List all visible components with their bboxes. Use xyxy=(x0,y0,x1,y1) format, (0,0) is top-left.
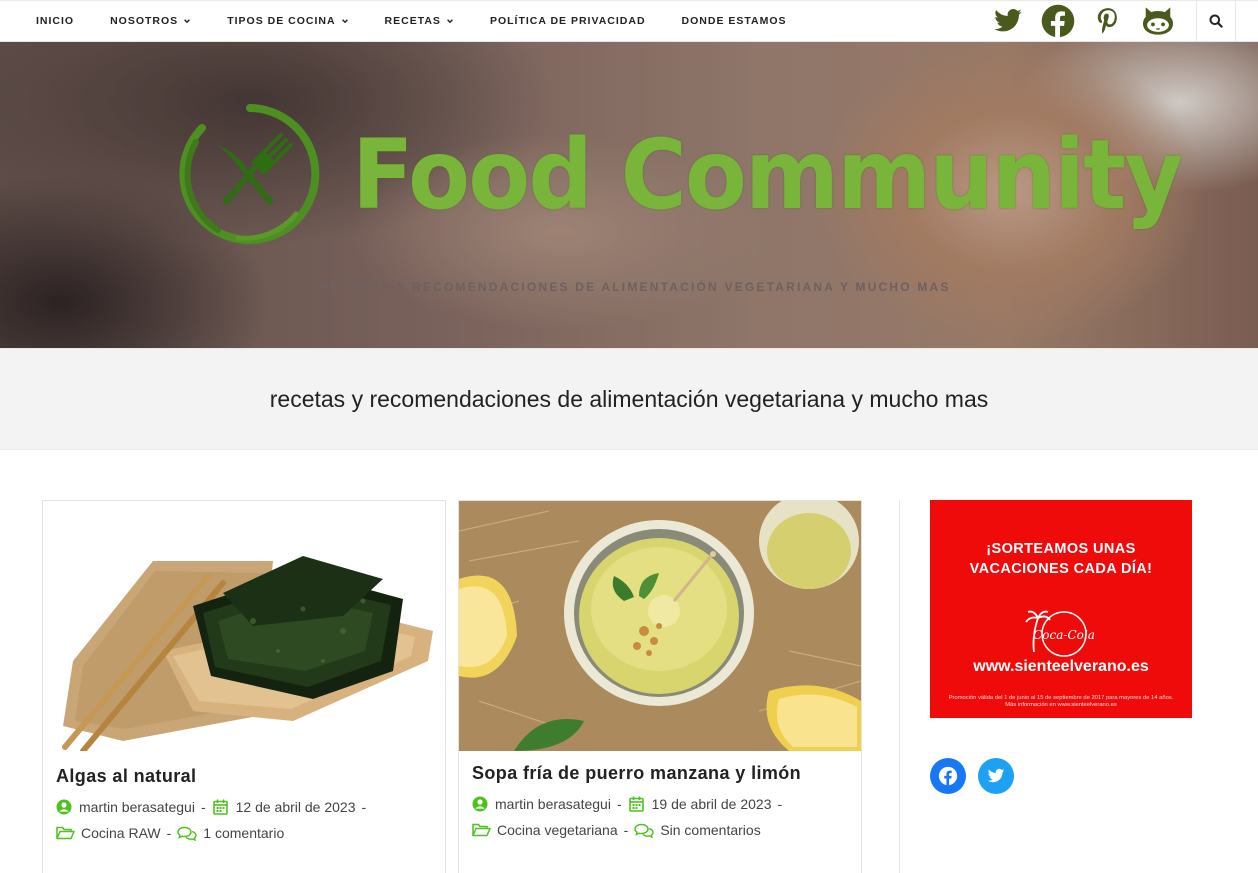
page-subtitle: recetas y recomendaciones de alimentació… xyxy=(269,385,989,412)
twitter-link[interactable] xyxy=(990,3,1026,39)
twitter-icon xyxy=(987,768,1005,783)
twitter-icon xyxy=(994,9,1022,32)
search-button[interactable] xyxy=(1196,1,1236,41)
post-card: Algas al natural martin berasategui - 12… xyxy=(42,500,446,873)
post-comments-link[interactable]: Sin comentarios xyxy=(660,822,760,838)
meta-separator: - xyxy=(777,796,783,812)
ad-headline-line2: VACACIONES CADA DÍA! xyxy=(969,561,1153,577)
calendar-icon xyxy=(628,795,646,813)
nav-item-inicio[interactable]: INICIO xyxy=(36,15,74,27)
post-comments-link[interactable]: 1 comentario xyxy=(203,825,284,841)
nav-label: INICIO xyxy=(36,15,75,27)
ad-legal-text: Promoción válida del 1 de junio al 15 de… xyxy=(948,695,1174,708)
sidebar-facebook-link[interactable] xyxy=(930,758,966,794)
ad-url: www.sienteelverano.es xyxy=(973,658,1149,675)
nav-item-politica-de-privacidad[interactable]: POLÍTICA DE PRIVACIDAD xyxy=(490,15,646,27)
post-thumbnail-algas[interactable] xyxy=(43,501,445,751)
user-icon xyxy=(471,795,489,813)
post-card: Sopa fría de puerro manzana y limón mart… xyxy=(458,500,862,873)
github-link[interactable] xyxy=(1140,3,1176,39)
post-category[interactable]: Cocina RAW xyxy=(81,825,161,841)
nav-item-recetas[interactable]: RECETAS xyxy=(385,15,454,27)
ad-headline-line1: ¡SORTEAMOS UNAS xyxy=(986,541,1136,557)
post-meta-author-date: martin berasategui - 12 de abril de 2023… xyxy=(55,798,372,816)
nav-item-nosotros[interactable]: NOSOTROS xyxy=(110,15,191,27)
fork-knife-logo-icon[interactable] xyxy=(178,102,322,246)
post-title[interactable]: Sopa fría de puerro manzana y limón xyxy=(472,763,801,784)
comments-icon xyxy=(177,824,197,842)
coca-cola-logo-icon: Coca-Cola xyxy=(1025,610,1095,657)
ad-brand-name: Coca-Cola xyxy=(1033,628,1095,642)
facebook-link[interactable] xyxy=(1040,3,1076,39)
post-date: 12 de abril de 2023 xyxy=(235,799,356,815)
user-icon xyxy=(55,798,73,816)
nav-label: POLÍTICA DE PRIVACIDAD xyxy=(489,15,646,27)
post-meta-category-comments: Cocina vegetariana - Sin comentarios xyxy=(471,821,761,839)
pinterest-icon xyxy=(1097,8,1117,34)
post-meta-author-date: martin berasategui - 19 de abril de 2023… xyxy=(471,795,788,813)
post-thumbnail-sopa[interactable] xyxy=(459,501,861,751)
facebook-icon xyxy=(938,766,958,786)
site-hero: Food Community RECETAS Y RECOMENDACIONES… xyxy=(0,42,1258,348)
page-subtitle-band: recetas y recomendaciones de alimentació… xyxy=(0,348,1258,450)
post-category[interactable]: Cocina vegetariana xyxy=(497,822,618,838)
post-title[interactable]: Algas al natural xyxy=(56,766,196,787)
sidebar-ad-banner[interactable]: ¡SORTEAMOS UNAS VACACIONES CADA DÍA! Coc… xyxy=(930,500,1192,718)
facebook-icon xyxy=(1041,4,1075,38)
sidebar-twitter-link[interactable] xyxy=(978,758,1014,794)
sidebar-divider xyxy=(899,500,900,873)
site-logo-text[interactable]: Food Community xyxy=(352,120,1183,230)
folder-open-icon xyxy=(471,821,491,839)
comments-icon xyxy=(634,821,655,839)
post-author[interactable]: martin berasategui xyxy=(495,796,611,812)
nav-label: RECETAS xyxy=(384,15,441,27)
nav-label: TIPOS DE COCINA xyxy=(227,15,336,27)
meta-separator: - xyxy=(200,799,206,815)
meta-separator: - xyxy=(623,822,629,838)
chevron-down-icon xyxy=(184,19,191,24)
folder-open-icon xyxy=(55,824,75,842)
github-icon xyxy=(1143,7,1173,35)
chevron-down-icon xyxy=(447,19,453,24)
sidebar-social-links xyxy=(930,758,1026,794)
site-tagline: RECETAS Y RECOMENDACIONES DE ALIMENTACIÓ… xyxy=(319,280,951,294)
nav-item-donde-estamos[interactable]: DONDE ESTAMOS xyxy=(682,15,787,27)
main-menu: INICIO NOSOTROS TIPOS DE COCINA RECETAS … xyxy=(22,0,823,42)
calendar-icon xyxy=(212,798,230,816)
chevron-down-icon xyxy=(341,19,348,24)
nav-label: NOSOTROS xyxy=(110,15,179,27)
post-meta-category-comments: Cocina RAW - 1 comentario xyxy=(55,824,284,842)
nav-label: DONDE ESTAMOS xyxy=(681,15,787,27)
post-date: 19 de abril de 2023 xyxy=(651,796,772,812)
search-icon xyxy=(1209,14,1223,28)
meta-separator: - xyxy=(166,825,172,841)
top-navigation-bar: INICIO NOSOTROS TIPOS DE COCINA RECETAS … xyxy=(0,0,1258,42)
nav-item-tipos-de-cocina[interactable]: TIPOS DE COCINA xyxy=(227,15,348,27)
meta-separator: - xyxy=(361,799,367,815)
pinterest-link[interactable] xyxy=(1090,3,1126,39)
header-social-links xyxy=(976,2,1176,40)
post-author[interactable]: martin berasategui xyxy=(79,799,195,815)
meta-separator: - xyxy=(616,796,622,812)
